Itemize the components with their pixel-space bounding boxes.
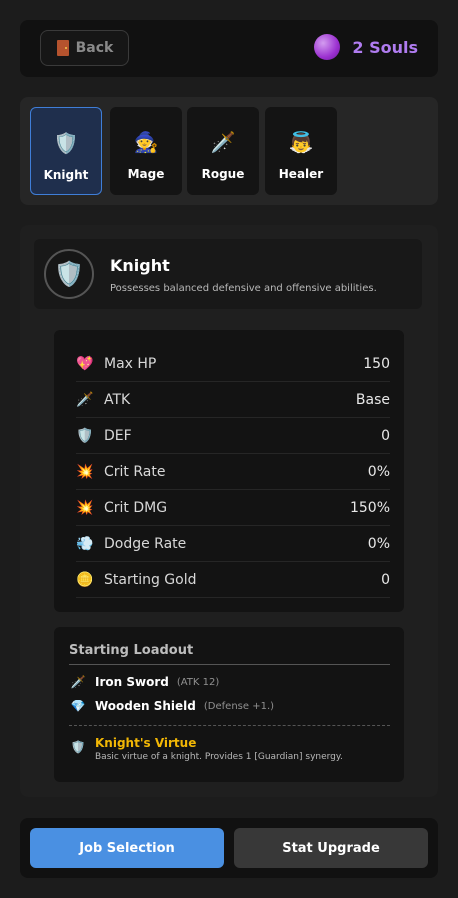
- stat-value: 150%: [349, 499, 390, 516]
- stat-name: Starting Gold: [104, 571, 197, 588]
- shield-icon: 🛡️: [76, 427, 94, 444]
- back-button[interactable]: Back: [40, 30, 129, 66]
- stat-name: DEF: [104, 427, 132, 444]
- stat-row-def: 🛡️ DEF 0: [76, 418, 390, 454]
- stat-row-dodge-rate: 💨 Dodge Rate 0%: [76, 526, 390, 562]
- shield-icon: 🛡️: [53, 131, 79, 155]
- stat-value: 0: [381, 571, 390, 588]
- divider: [69, 725, 390, 726]
- item-name: Iron Sword: [95, 675, 169, 689]
- souls-label: 2 Souls: [352, 37, 418, 57]
- stat-row-max-hp: 💖 Max HP 150: [76, 346, 390, 382]
- loadout-title: Starting Loadout: [69, 643, 390, 665]
- dagger-icon: 🗡️: [210, 130, 236, 154]
- job-tab-label: Mage: [127, 167, 165, 181]
- item-stat: (ATK 12): [176, 676, 220, 688]
- job-selector: 🛡️ Knight 🧙 Mage 🗡️ Rogue 👼 Healer: [20, 97, 438, 205]
- stat-row-atk: 🗡️ ATK Base: [76, 382, 390, 418]
- job-tab-label: Knight: [43, 168, 89, 182]
- stat-value: 150: [363, 355, 390, 372]
- bottom-nav: Job Selection Stat Upgrade: [20, 818, 438, 878]
- collision-icon: 💥: [76, 499, 94, 516]
- heart-icon: 💖: [76, 355, 94, 372]
- stat-value: 0%: [367, 535, 390, 552]
- stat-row-crit-dmg: 💥 Crit DMG 150%: [76, 490, 390, 526]
- stat-name: Dodge Rate: [104, 535, 187, 552]
- dagger-icon: 🗡️: [76, 391, 94, 408]
- stats-list: 💖 Max HP 150 🗡️ ATK Base 🛡️ DEF 0 💥 Crit Rat…: [54, 330, 404, 612]
- stat-row-crit-rate: 💥 Crit Rate 0%: [76, 454, 390, 490]
- stat-name: Crit DMG: [104, 499, 168, 516]
- stat-value: 0: [381, 427, 390, 444]
- stat-name: Crit Rate: [104, 463, 166, 480]
- stat-name: ATK: [104, 391, 131, 408]
- back-button-label: Back: [75, 40, 114, 56]
- mage-icon: 🧙: [133, 130, 159, 154]
- collision-icon: 💥: [76, 463, 94, 480]
- loadout-item-wooden-shield: 💎 Wooden Shield (Defense +1.): [69, 699, 390, 713]
- stat-value: 0%: [367, 463, 390, 480]
- purple-orb-icon: [314, 34, 341, 60]
- loadout-item-iron-sword: 🗡️ Iron Sword (ATK 12): [69, 675, 390, 689]
- class-header: 🛡️ Knight Possesses balanced defensive a…: [34, 239, 422, 309]
- stat-name: Max HP: [104, 355, 157, 372]
- class-description: Possesses balanced defensive and offensi…: [110, 283, 377, 294]
- top-bar: Back 2 Souls: [20, 20, 438, 77]
- job-tab-label: Rogue: [201, 167, 245, 181]
- class-name: Knight: [110, 256, 170, 275]
- angel-icon: 👼: [288, 130, 314, 154]
- job-tab-knight[interactable]: 🛡️ Knight: [30, 107, 102, 195]
- job-tab-label: Healer: [278, 167, 324, 181]
- item-stat: (Defense +1.): [203, 700, 275, 712]
- shield-icon: 🛡️: [70, 740, 86, 754]
- virtue-description: Basic virtue of a knight. Provides 1 [Gu…: [95, 752, 343, 762]
- wind-icon: 💨: [76, 535, 94, 552]
- dagger-icon: 🗡️: [70, 675, 86, 689]
- job-tab-rogue[interactable]: 🗡️ Rogue: [187, 107, 259, 195]
- starting-loadout: Starting Loadout 🗡️ Iron Sword (ATK 12) …: [54, 627, 404, 782]
- shield-icon: 🛡️: [44, 249, 94, 299]
- stat-row-starting-gold: 🪙 Starting Gold 0: [76, 562, 390, 598]
- class-detail-panel: 🛡️ Knight Possesses balanced defensive a…: [20, 225, 438, 797]
- virtue: 🛡️ Knight's Virtue Basic virtue of a kni…: [69, 736, 390, 762]
- stat-value: Base: [355, 391, 390, 408]
- item-name: Wooden Shield: [95, 699, 196, 713]
- job-selection-button[interactable]: Job Selection: [30, 828, 224, 868]
- stat-upgrade-button[interactable]: Stat Upgrade: [234, 828, 428, 868]
- gem-icon: 💎: [70, 699, 86, 713]
- coin-icon: 🪙: [76, 571, 94, 588]
- job-tab-healer[interactable]: 👼 Healer: [265, 107, 337, 195]
- job-tab-mage[interactable]: 🧙 Mage: [110, 107, 182, 195]
- door-icon: [56, 40, 70, 56]
- souls-counter: 2 Souls: [314, 34, 418, 60]
- virtue-name: Knight's Virtue: [95, 736, 197, 750]
